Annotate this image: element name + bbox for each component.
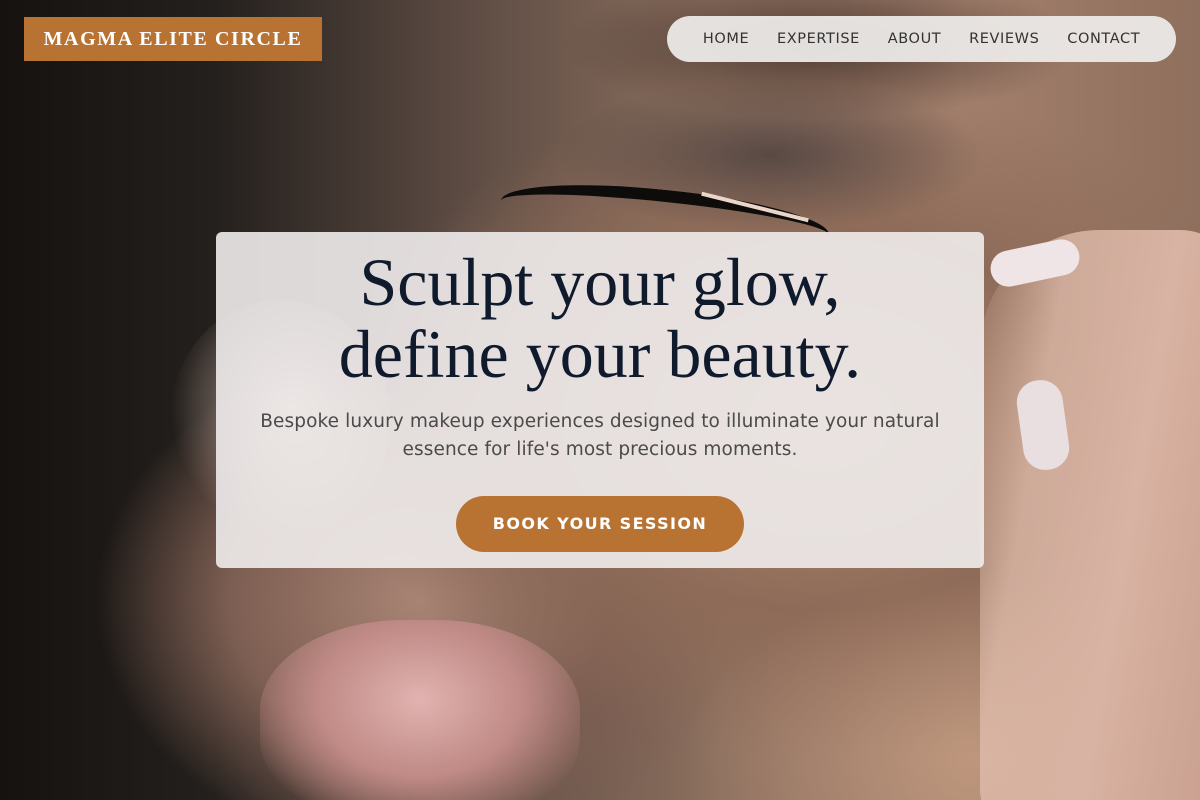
brand-logo[interactable]: MAGMA ELITE CIRCLE: [24, 17, 322, 61]
nav-item-expertise[interactable]: EXPERTISE: [777, 31, 860, 47]
nav-item-contact[interactable]: CONTACT: [1067, 31, 1140, 47]
hero-headline-line-1: Sculpt your glow,: [359, 244, 841, 320]
main-nav: HOME EXPERTISE ABOUT REVIEWS CONTACT: [667, 16, 1176, 62]
hero-headline: Sculpt your glow, define your beauty.: [216, 246, 984, 390]
hero-card: Sculpt your glow, define your beauty. Be…: [216, 232, 984, 568]
hero-headline-line-2: define your beauty.: [338, 316, 862, 392]
hero-subtext: Bespoke luxury makeup experiences design…: [260, 411, 940, 460]
photo-lips: [260, 620, 580, 800]
photo-hand: [980, 230, 1200, 800]
nav-item-reviews[interactable]: REVIEWS: [969, 31, 1039, 47]
nav-item-about[interactable]: ABOUT: [888, 31, 942, 47]
book-session-button[interactable]: BOOK YOUR SESSION: [456, 496, 744, 552]
nav-item-home[interactable]: HOME: [703, 31, 749, 47]
